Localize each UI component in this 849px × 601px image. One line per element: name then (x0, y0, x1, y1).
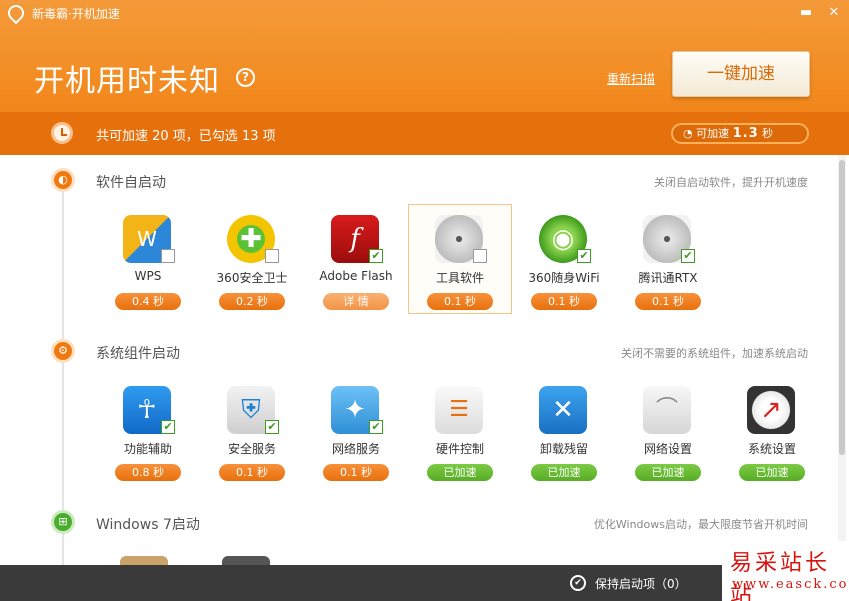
startup-item-360wifi[interactable]: ◉ ✔ 360随身WiFi 0.1 秒 (512, 204, 616, 314)
tools-icon: ✕ (539, 386, 587, 434)
gear-icon: ⚙ (51, 339, 75, 363)
startup-item-uninstall-residue[interactable]: ✕ 卸载残留 已加速 (512, 375, 616, 485)
one-click-boost-button[interactable]: 一键加速 (672, 51, 810, 97)
item-label: 工具软件 (435, 271, 484, 285)
checkbox[interactable]: ✔ (161, 420, 175, 434)
item-label: WPS (134, 269, 162, 283)
help-icon[interactable]: ? (236, 68, 255, 87)
section-title-software: 软件自启动 (96, 175, 166, 191)
status-pill: 已加速 (427, 464, 493, 481)
detail-pill[interactable]: 详 情 (323, 293, 389, 310)
startup-item-hardware[interactable]: ☰ 硬件控制 已加速 (408, 375, 512, 485)
time-pill[interactable]: 0.1 秒 (323, 464, 389, 481)
checkbox[interactable]: ✔ (369, 249, 383, 263)
section-desc-software: 关闭自启动软件，提升开机速度 (654, 176, 808, 189)
summary-bar: 共可加速 20 项，已勾选 13 项 ◔ 可加速 1.3 秒 (0, 112, 849, 155)
network-chart-icon: ⌒ (643, 386, 691, 434)
header: 新毒霸·开机加速 ▬ ✕ 开机用时未知 ? 重新扫描 一键加速 共可加速 20 … (0, 0, 849, 155)
watermark-text: 易采站长站 (730, 551, 831, 601)
can-boost-badge: ◔ 可加速 1.3 秒 (671, 123, 809, 144)
title-bar: 新毒霸·开机加速 ▬ ✕ (0, 0, 849, 26)
startup-item-network-service[interactable]: ✦ ✔ 网络服务 0.1 秒 (304, 375, 408, 485)
item-label: Adobe Flash (319, 269, 393, 283)
startup-item-360safe[interactable]: ✚ 360安全卫士 0.2 秒 (200, 204, 304, 314)
checkbox[interactable] (265, 249, 279, 263)
hardware-sliders-icon: ☰ (435, 386, 483, 434)
startup-item-security-service[interactable]: ⛨ ✔ 安全服务 0.1 秒 (200, 375, 304, 485)
section-desc-windows: 优化Windows启动，最大限度节省开机时间 (593, 518, 808, 531)
startup-item-wps[interactable]: W WPS 0.4 秒 (96, 204, 200, 314)
startup-item-network-settings[interactable]: ⌒ 网络设置 已加速 (616, 375, 720, 485)
startup-item-accessibility[interactable]: ☥ ✔ 功能辅助 0.8 秒 (96, 375, 200, 485)
time-pill[interactable]: 0.8 秒 (115, 464, 181, 481)
startup-item-system-settings[interactable]: ↗ 系统设置 已加速 (720, 375, 824, 485)
watermark: 易采站长站 www.easck.com (722, 541, 849, 601)
close-button[interactable]: ✕ (825, 4, 843, 22)
app-logo-icon (4, 1, 28, 25)
rescan-link[interactable]: 重新扫描 (607, 70, 655, 87)
scrollbar-thumb[interactable] (839, 160, 845, 455)
time-pill[interactable]: 0.2 秒 (219, 293, 285, 310)
system-items: ☥ ✔ 功能辅助 0.8 秒 ⛨ ✔ 安全服务 0.1 秒 ✦ ✔ 网络服务 0… (96, 375, 824, 485)
section-desc-system: 关闭不需要的系统组件，加速系统启动 (621, 347, 808, 360)
section-title-windows: Windows 7启动 (96, 517, 200, 533)
page-title: 开机用时未知 (34, 64, 220, 99)
gauge-icon: ↗ (747, 386, 795, 434)
checkbox[interactable]: ✔ (265, 420, 279, 434)
minimize-button[interactable]: ▬ (797, 4, 815, 22)
item-label: 网络设置 (643, 442, 692, 456)
can-boost-value: 1.3 (732, 126, 759, 141)
startup-item-adobe-flash[interactable]: f ✔ Adobe Flash 详 情 (304, 204, 408, 314)
item-label: 360随身WiFi (528, 271, 600, 285)
check-icon: ✔ (570, 575, 586, 591)
app-window: 新毒霸·开机加速 ▬ ✕ 开机用时未知 ? 重新扫描 一键加速 共可加速 20 … (0, 0, 849, 601)
startup-item-tools[interactable]: 工具软件 0.1 秒 (408, 204, 512, 314)
checkbox[interactable] (161, 249, 175, 263)
item-label: 腾讯通RTX (638, 271, 698, 285)
section-title-system: 系统组件启动 (96, 346, 180, 362)
time-pill[interactable]: 0.1 秒 (427, 293, 493, 310)
status-pill: 已加速 (531, 464, 597, 481)
app-title: 新毒霸·开机加速 (32, 6, 120, 21)
can-boost-prefix: 可加速 (696, 127, 730, 140)
item-label: 安全服务 (227, 442, 276, 456)
checkbox[interactable] (473, 249, 487, 263)
orange-swirl-icon: ◐ (51, 168, 75, 192)
checkbox[interactable]: ✔ (369, 420, 383, 434)
summary-text: 共可加速 20 项，已勾选 13 项 (96, 129, 276, 144)
keep-startup-items-button[interactable]: 保持启动项（0） (595, 575, 687, 592)
clock-icon (51, 122, 73, 144)
time-pill[interactable]: 0.4 秒 (115, 293, 181, 310)
time-pill[interactable]: 0.1 秒 (219, 464, 285, 481)
item-label: 硬件控制 (435, 442, 484, 456)
windows-icon: ⊞ (51, 510, 75, 534)
software-items: W WPS 0.4 秒 ✚ 360安全卫士 0.2 秒 f ✔ Adobe Fl… (96, 204, 720, 314)
item-label: 网络服务 (331, 442, 380, 456)
status-pill: 已加速 (739, 464, 805, 481)
timeline-line (62, 168, 64, 568)
time-pill[interactable]: 0.1 秒 (635, 293, 701, 310)
item-label: 功能辅助 (123, 442, 172, 456)
window-controls: ▬ ✕ (797, 4, 843, 22)
item-label: 系统设置 (747, 442, 796, 456)
watermark-url: www.easck.com (732, 577, 849, 592)
item-label: 卸载残留 (539, 442, 588, 456)
stopwatch-icon: ◔ (683, 127, 693, 140)
checkbox[interactable]: ✔ (577, 249, 591, 263)
can-boost-unit: 秒 (762, 127, 774, 140)
time-pill[interactable]: 0.1 秒 (531, 293, 597, 310)
item-label: 360安全卫士 (216, 271, 288, 285)
status-pill: 已加速 (635, 464, 701, 481)
checkbox[interactable]: ✔ (681, 249, 695, 263)
startup-item-rtx[interactable]: ✔ 腾讯通RTX 0.1 秒 (616, 204, 720, 314)
